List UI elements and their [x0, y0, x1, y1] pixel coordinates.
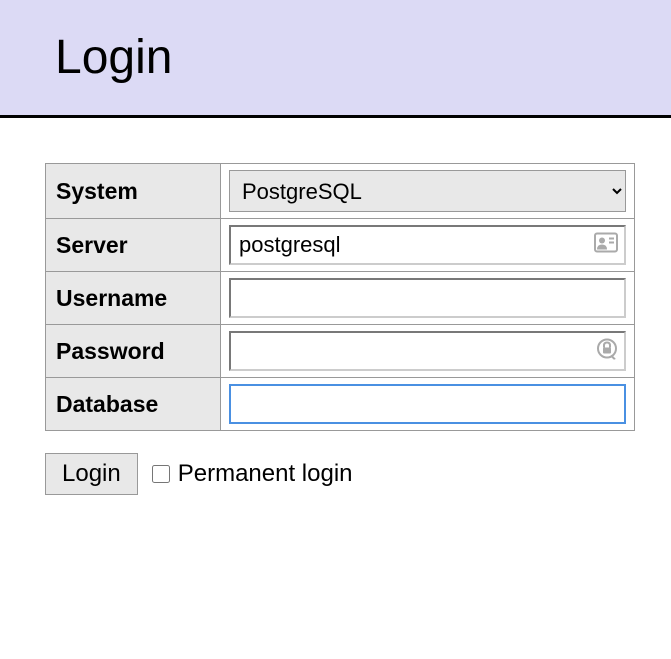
permanent-login-checkbox[interactable] [152, 465, 170, 483]
server-input[interactable] [229, 225, 626, 265]
table-row: System PostgreSQL [46, 164, 635, 219]
permanent-login-wrap: Permanent login [152, 460, 353, 488]
password-cell [221, 325, 635, 378]
system-select[interactable]: PostgreSQL [229, 170, 626, 212]
form-actions: Login Permanent login [45, 453, 631, 495]
table-row: Password [46, 325, 635, 378]
table-row: Database [46, 378, 635, 431]
login-table: System PostgreSQL Server [45, 163, 635, 431]
system-cell: PostgreSQL [221, 164, 635, 219]
page-header: Login [0, 0, 671, 118]
system-label: System [46, 164, 221, 219]
server-cell [221, 219, 635, 272]
password-input[interactable] [229, 331, 626, 371]
login-button[interactable]: Login [45, 453, 138, 495]
server-label: Server [46, 219, 221, 272]
username-cell [221, 272, 635, 325]
permanent-login-label: Permanent login [178, 460, 353, 488]
username-label: Username [46, 272, 221, 325]
page-title: Login [55, 30, 631, 85]
table-row: Server [46, 219, 635, 272]
password-label: Password [46, 325, 221, 378]
database-cell [221, 378, 635, 431]
database-input[interactable] [229, 384, 626, 424]
database-label: Database [46, 378, 221, 431]
username-input[interactable] [229, 278, 626, 318]
table-row: Username [46, 272, 635, 325]
login-form: System PostgreSQL Server [0, 118, 671, 535]
